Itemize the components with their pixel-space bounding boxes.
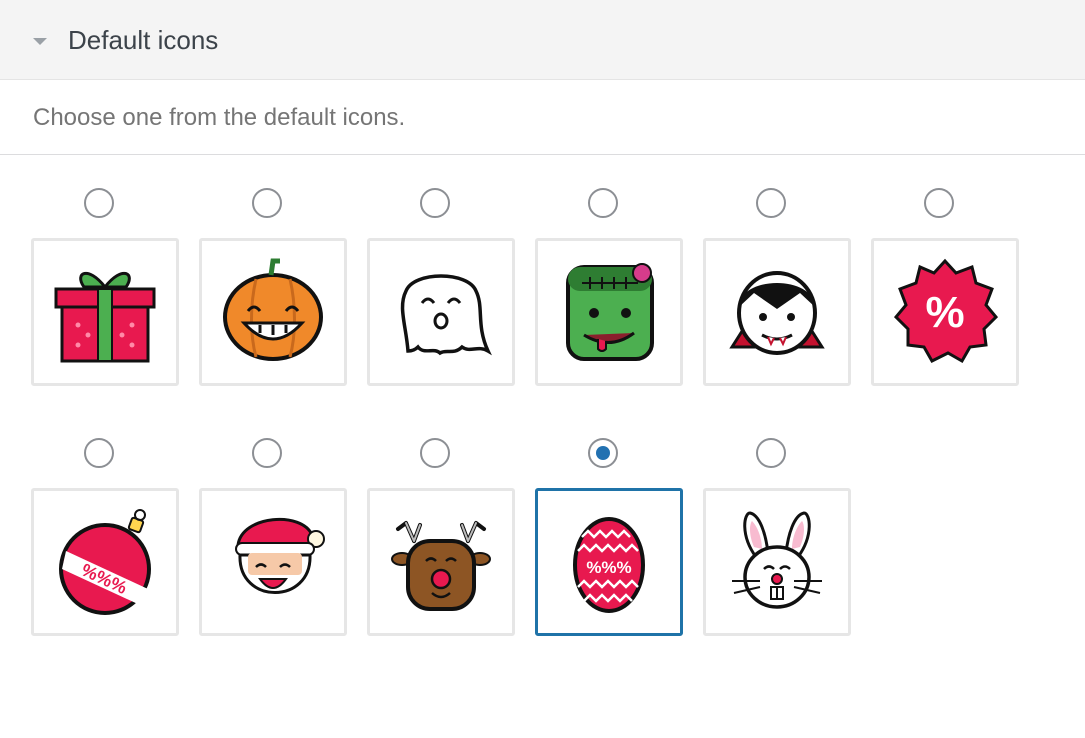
icon-radio-percent-badge[interactable] <box>924 188 954 218</box>
santa-icon <box>235 517 325 594</box>
icon-option-santa <box>199 438 347 738</box>
chevron-down-icon[interactable] <box>33 38 47 45</box>
percent-badge-icon: % <box>893 258 999 364</box>
icon-tile-ornament[interactable]: %%% <box>31 488 179 636</box>
icon-option-bunny <box>703 438 851 738</box>
icon-radio-ornament[interactable] <box>84 438 114 468</box>
icon-radio-santa[interactable] <box>252 438 282 468</box>
icon-radio-zombie[interactable] <box>588 188 618 218</box>
panel-description: Choose one from the default icons. <box>0 80 1085 155</box>
bunny-icon <box>732 511 822 609</box>
icon-option-easter-egg: %%% <box>535 438 683 738</box>
icon-tile-gift[interactable] <box>31 238 179 386</box>
icon-tile-santa[interactable] <box>199 488 347 636</box>
zombie-icon <box>566 263 654 361</box>
ghost-icon <box>400 274 492 356</box>
icon-tile-zombie[interactable] <box>535 238 683 386</box>
icon-tile-pumpkin[interactable] <box>199 238 347 386</box>
icon-option-ornament: %%% <box>31 438 179 738</box>
icon-radio-easter-egg[interactable] <box>588 438 618 468</box>
reindeer-icon <box>391 521 491 611</box>
description-text: Choose one from the default icons. <box>33 104 406 131</box>
icon-radio-vampire[interactable] <box>756 188 786 218</box>
ornament-icon: %%% <box>59 509 151 615</box>
icon-radio-ghost[interactable] <box>420 188 450 218</box>
easter-egg-label: %%% <box>586 558 631 577</box>
icon-tile-percent-badge[interactable]: % <box>871 238 1019 386</box>
icon-tile-vampire[interactable] <box>703 238 851 386</box>
icon-radio-bunny[interactable] <box>756 438 786 468</box>
panel-header[interactable]: Default icons <box>0 0 1085 80</box>
pumpkin-icon <box>223 258 323 361</box>
vampire-icon <box>729 271 825 355</box>
icon-option-reindeer <box>367 438 515 738</box>
icon-radio-reindeer[interactable] <box>420 438 450 468</box>
icon-tile-ghost[interactable] <box>367 238 515 386</box>
icon-radio-pumpkin[interactable] <box>252 188 282 218</box>
icon-option-percent-badge: % <box>871 188 1019 488</box>
icon-tile-easter-egg[interactable]: %%% <box>535 488 683 636</box>
easter-egg-icon: %%% <box>573 517 645 613</box>
icon-radio-gift[interactable] <box>84 188 114 218</box>
panel-title: Default icons <box>68 25 219 55</box>
gift-icon <box>54 272 156 363</box>
percent-badge-label: % <box>925 288 964 337</box>
icon-tile-bunny[interactable] <box>703 488 851 636</box>
icon-tile-reindeer[interactable] <box>367 488 515 636</box>
